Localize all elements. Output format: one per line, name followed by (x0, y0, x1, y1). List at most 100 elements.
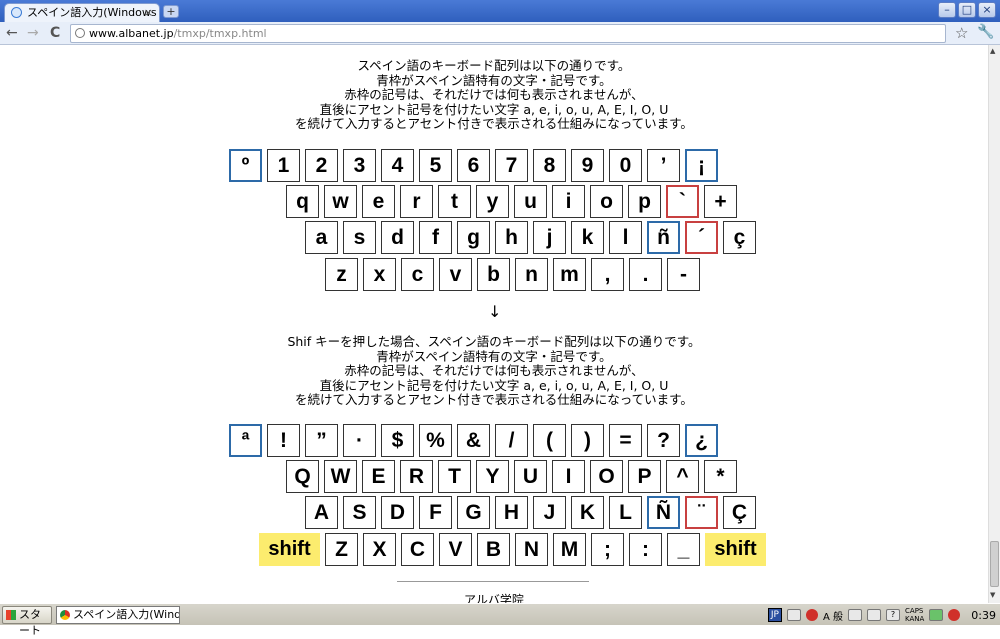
key: º (229, 149, 262, 182)
reload-button[interactable]: C (50, 25, 60, 41)
intro-line: Shif キーを押した場合、スペイン語のキーボード配列は以下の通りです。 (287, 334, 701, 349)
key: e (362, 185, 395, 218)
key: ! (267, 424, 300, 457)
key: & (457, 424, 490, 457)
key: ? (647, 424, 680, 457)
key: 3 (343, 149, 376, 182)
address-bar[interactable]: www.albanet.jp/tmxp/tmxp.html (70, 24, 946, 43)
minimize-button[interactable]: – (938, 2, 956, 18)
scroll-down-icon[interactable]: ▼ (990, 591, 995, 599)
key: - (667, 258, 700, 291)
key: Ç (723, 496, 756, 529)
key: j (533, 221, 566, 254)
key: ª (229, 424, 262, 457)
security-icon[interactable] (948, 609, 961, 621)
keyboard-icon[interactable] (786, 609, 801, 621)
scrollbar-thumb[interactable] (990, 541, 999, 587)
key: o (590, 185, 623, 218)
key: J (533, 496, 566, 529)
key: _ (667, 533, 700, 566)
windows-logo-icon (6, 610, 16, 620)
clock[interactable]: 0:39 (965, 609, 996, 622)
browser-tab[interactable]: スペイン語入力(Windows XP × (4, 3, 160, 22)
key: X (363, 533, 396, 566)
key: d (381, 221, 414, 254)
key: Y (476, 460, 509, 493)
key: U (514, 460, 547, 493)
key: Ñ (647, 496, 680, 529)
key: s (343, 221, 376, 254)
key: T (438, 460, 471, 493)
key: + (704, 185, 737, 218)
intro-line: を続けて入力するとアセント付きで表示される仕組みになっています。 (295, 392, 693, 408)
key: N (515, 533, 548, 566)
caps-lock-label: CAPS (905, 607, 924, 615)
wrench-icon[interactable]: 🔧 (977, 24, 994, 40)
intro-line: 赤枠の記号は、それだけでは何も表示されませんが、 (344, 363, 644, 379)
key: ¡ (685, 149, 718, 182)
ime-icon[interactable] (805, 609, 818, 621)
taskbar: スタート スペイン語入力(Windo... JP A 般 ? CAPS KANA… (0, 603, 1000, 637)
maximize-button[interactable]: □ (958, 2, 976, 18)
key: L (609, 496, 642, 529)
key: / (495, 424, 528, 457)
start-button[interactable]: スタート (2, 606, 52, 637)
kana-lock-label: KANA (905, 615, 925, 623)
key: b (477, 258, 510, 291)
page-content: スペイン語のキーボード配列は以下の通りです。 青枠がスペイン語特有の文字・記号で… (0, 45, 988, 603)
key: ¿ (685, 424, 718, 457)
keyboard1-row4: z x c v b n m , . - (325, 258, 700, 291)
key: ñ (647, 221, 680, 254)
intro-line: 直後にアセント記号を付けたい文字 a, e, i, o, u, A, E, I,… (319, 377, 669, 393)
key: % (419, 424, 452, 457)
key: w (324, 185, 357, 218)
key: ç (723, 221, 756, 254)
tab-close-icon[interactable]: × (144, 4, 153, 21)
key: ´ (685, 221, 718, 254)
key: . (629, 258, 662, 291)
key: 2 (305, 149, 338, 182)
key: 4 (381, 149, 414, 182)
intro-line: 青枠がスペイン語特有の文字・記号です。 (376, 348, 612, 364)
page-icon (75, 28, 85, 38)
key: S (343, 496, 376, 529)
key: O (590, 460, 623, 493)
system-tray: JP A 般 ? CAPS KANA 0:39 (767, 605, 1000, 625)
tool-icon[interactable] (848, 609, 863, 621)
dictionary-icon[interactable] (867, 609, 882, 621)
scroll-up-icon[interactable]: ▲ (990, 47, 995, 55)
key: M (553, 533, 586, 566)
down-arrow: ↓ (488, 302, 502, 321)
shift-key: shift (259, 533, 320, 566)
taskbar-item-browser[interactable]: スペイン語入力(Windo... (56, 606, 180, 624)
lock-status: CAPS KANA (905, 607, 924, 623)
key: B (477, 533, 510, 566)
url-host: www.albanet.jp (89, 27, 174, 40)
intro-line: を続けて入力するとアセント付きで表示される仕組みになっています。 (295, 116, 693, 132)
key: = (609, 424, 642, 457)
key: I (552, 460, 585, 493)
key: 1 (267, 149, 300, 182)
keyboard2-row4: shift Z X C V B N M ; : _ shift (259, 533, 766, 566)
bookmark-star-icon[interactable]: ☆ (955, 24, 968, 42)
key: · (343, 424, 376, 457)
forward-button[interactable]: → (27, 25, 39, 41)
vertical-scrollbar[interactable]: ▲ ▼ (988, 45, 1000, 603)
key: D (381, 496, 414, 529)
divider (397, 581, 589, 582)
key: z (325, 258, 358, 291)
ime-mode[interactable]: A 般 (823, 608, 843, 623)
close-window-button[interactable]: × (978, 2, 996, 18)
ime-language-indicator[interactable]: JP (767, 608, 782, 622)
back-button[interactable]: ← (6, 25, 18, 41)
key: V (439, 533, 472, 566)
key: F (419, 496, 452, 529)
tab-title: スペイン語入力(Windows XP (27, 6, 160, 19)
key: K (571, 496, 604, 529)
new-tab-button[interactable]: + (163, 5, 179, 18)
network-icon[interactable] (929, 609, 944, 621)
help-icon[interactable]: ? (886, 609, 901, 621)
keyboard1-row1: º 1 2 3 4 5 6 7 8 9 0 ’ ¡ (229, 149, 718, 182)
key: y (476, 185, 509, 218)
chrome-icon (60, 610, 70, 620)
